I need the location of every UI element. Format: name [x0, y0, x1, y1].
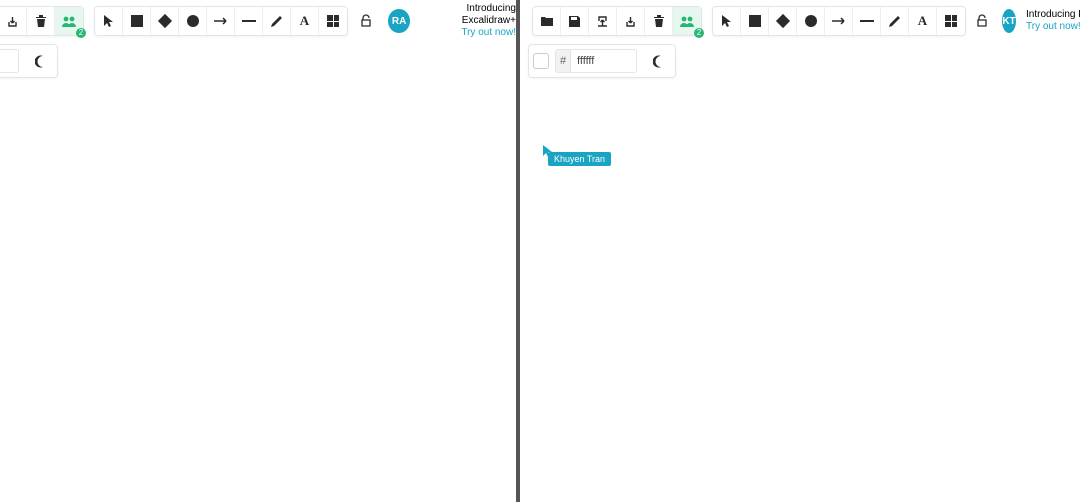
peer-cursor-label: Khuyen Tran — [548, 152, 611, 166]
pencil-icon — [270, 15, 283, 28]
tool-diamond[interactable] — [769, 7, 797, 35]
diamond-icon — [157, 14, 171, 28]
import-icon — [6, 15, 19, 28]
background-hex-input[interactable] — [571, 49, 637, 73]
collab-count-badge: 2 — [76, 28, 86, 38]
file-toolbar: 2 — [0, 6, 84, 36]
line-icon — [242, 20, 256, 22]
ellipse-icon — [805, 15, 817, 27]
lock-toggle[interactable] — [358, 14, 374, 28]
promo-try-link[interactable]: Try out now! — [1026, 21, 1080, 33]
export-button[interactable] — [589, 7, 617, 35]
trash-icon — [35, 14, 47, 28]
tool-line[interactable] — [235, 7, 263, 35]
dark-mode-icon — [653, 55, 666, 68]
arrow-icon — [213, 17, 229, 25]
left-session-pane: 2 A — [0, 0, 520, 502]
rectangle-icon — [131, 15, 143, 27]
import-icon — [624, 15, 637, 28]
open-folder-icon — [540, 15, 554, 27]
shape-toolbar: A — [94, 6, 348, 36]
shape-toolbar: A — [712, 6, 966, 36]
tool-selection[interactable] — [95, 7, 123, 35]
tool-library[interactable] — [937, 7, 965, 35]
clear-canvas-button[interactable] — [645, 7, 673, 35]
collaboration-button[interactable]: 2 — [673, 7, 701, 35]
library-icon — [327, 15, 339, 27]
dark-mode-toggle[interactable] — [647, 49, 671, 73]
collaboration-button[interactable]: 2 — [55, 7, 83, 35]
pencil-icon — [888, 15, 901, 28]
tool-library[interactable] — [319, 7, 347, 35]
arrow-icon — [831, 17, 847, 25]
lock-toggle[interactable] — [976, 14, 988, 28]
tool-rectangle[interactable] — [741, 7, 769, 35]
promo-line1: Introducing Excalidraw+ — [1026, 9, 1080, 21]
promo-banner: Introducing Excalidraw+ Try out now! — [420, 3, 516, 39]
canvas-properties-panel: # — [528, 44, 676, 78]
peer-cursor: Khuyen Tran — [542, 144, 554, 158]
tool-arrow[interactable] — [207, 7, 235, 35]
tool-ellipse[interactable] — [797, 7, 825, 35]
tool-diamond[interactable] — [151, 7, 179, 35]
open-button[interactable] — [533, 7, 561, 35]
trash-icon — [653, 14, 665, 28]
tool-text[interactable]: A — [291, 7, 319, 35]
dark-mode-toggle[interactable] — [29, 49, 53, 73]
save-icon — [568, 15, 581, 28]
line-icon — [860, 20, 874, 22]
tool-text[interactable]: A — [909, 7, 937, 35]
clear-canvas-button[interactable] — [27, 7, 55, 35]
import-button[interactable] — [617, 7, 645, 35]
collaboration-icon — [61, 15, 77, 27]
canvas-properties-panel: # — [0, 44, 58, 78]
selection-icon — [721, 14, 732, 28]
tool-line[interactable] — [853, 7, 881, 35]
lock-icon — [976, 14, 988, 28]
background-hex-input[interactable] — [0, 49, 19, 73]
canvas[interactable] — [0, 0, 516, 502]
tool-arrow[interactable] — [825, 7, 853, 35]
ellipse-icon — [187, 15, 199, 27]
hex-prefix: # — [555, 49, 571, 73]
background-swatch[interactable] — [533, 53, 549, 69]
tool-ellipse[interactable] — [179, 7, 207, 35]
file-toolbar: 2 — [532, 6, 702, 36]
dark-mode-icon — [35, 55, 48, 68]
user-avatar[interactable]: RA — [388, 9, 410, 33]
tool-draw[interactable] — [881, 7, 909, 35]
tool-rectangle[interactable] — [123, 7, 151, 35]
right-session-pane: Khuyen Tran — [520, 0, 1080, 502]
text-icon: A — [300, 13, 309, 29]
diamond-icon — [775, 14, 789, 28]
import-button[interactable] — [0, 7, 27, 35]
library-icon — [945, 15, 957, 27]
collab-count-badge: 2 — [694, 28, 704, 38]
selection-icon — [103, 14, 114, 28]
top-toolbar: 2 A — [0, 6, 516, 36]
top-toolbar: 2 A — [528, 6, 1080, 36]
lock-icon — [360, 14, 372, 28]
rectangle-icon — [749, 15, 761, 27]
promo-try-link[interactable]: Try out now! — [420, 27, 516, 39]
save-button[interactable] — [561, 7, 589, 35]
tool-draw[interactable] — [263, 7, 291, 35]
export-icon — [596, 15, 609, 28]
promo-banner: Introducing Excalidraw+ Try out now! — [1026, 9, 1080, 33]
user-avatar[interactable]: KT — [1002, 9, 1016, 33]
collaboration-icon — [679, 15, 695, 27]
text-icon: A — [918, 13, 927, 29]
tool-selection[interactable] — [713, 7, 741, 35]
promo-line1: Introducing Excalidraw+ — [420, 3, 516, 27]
